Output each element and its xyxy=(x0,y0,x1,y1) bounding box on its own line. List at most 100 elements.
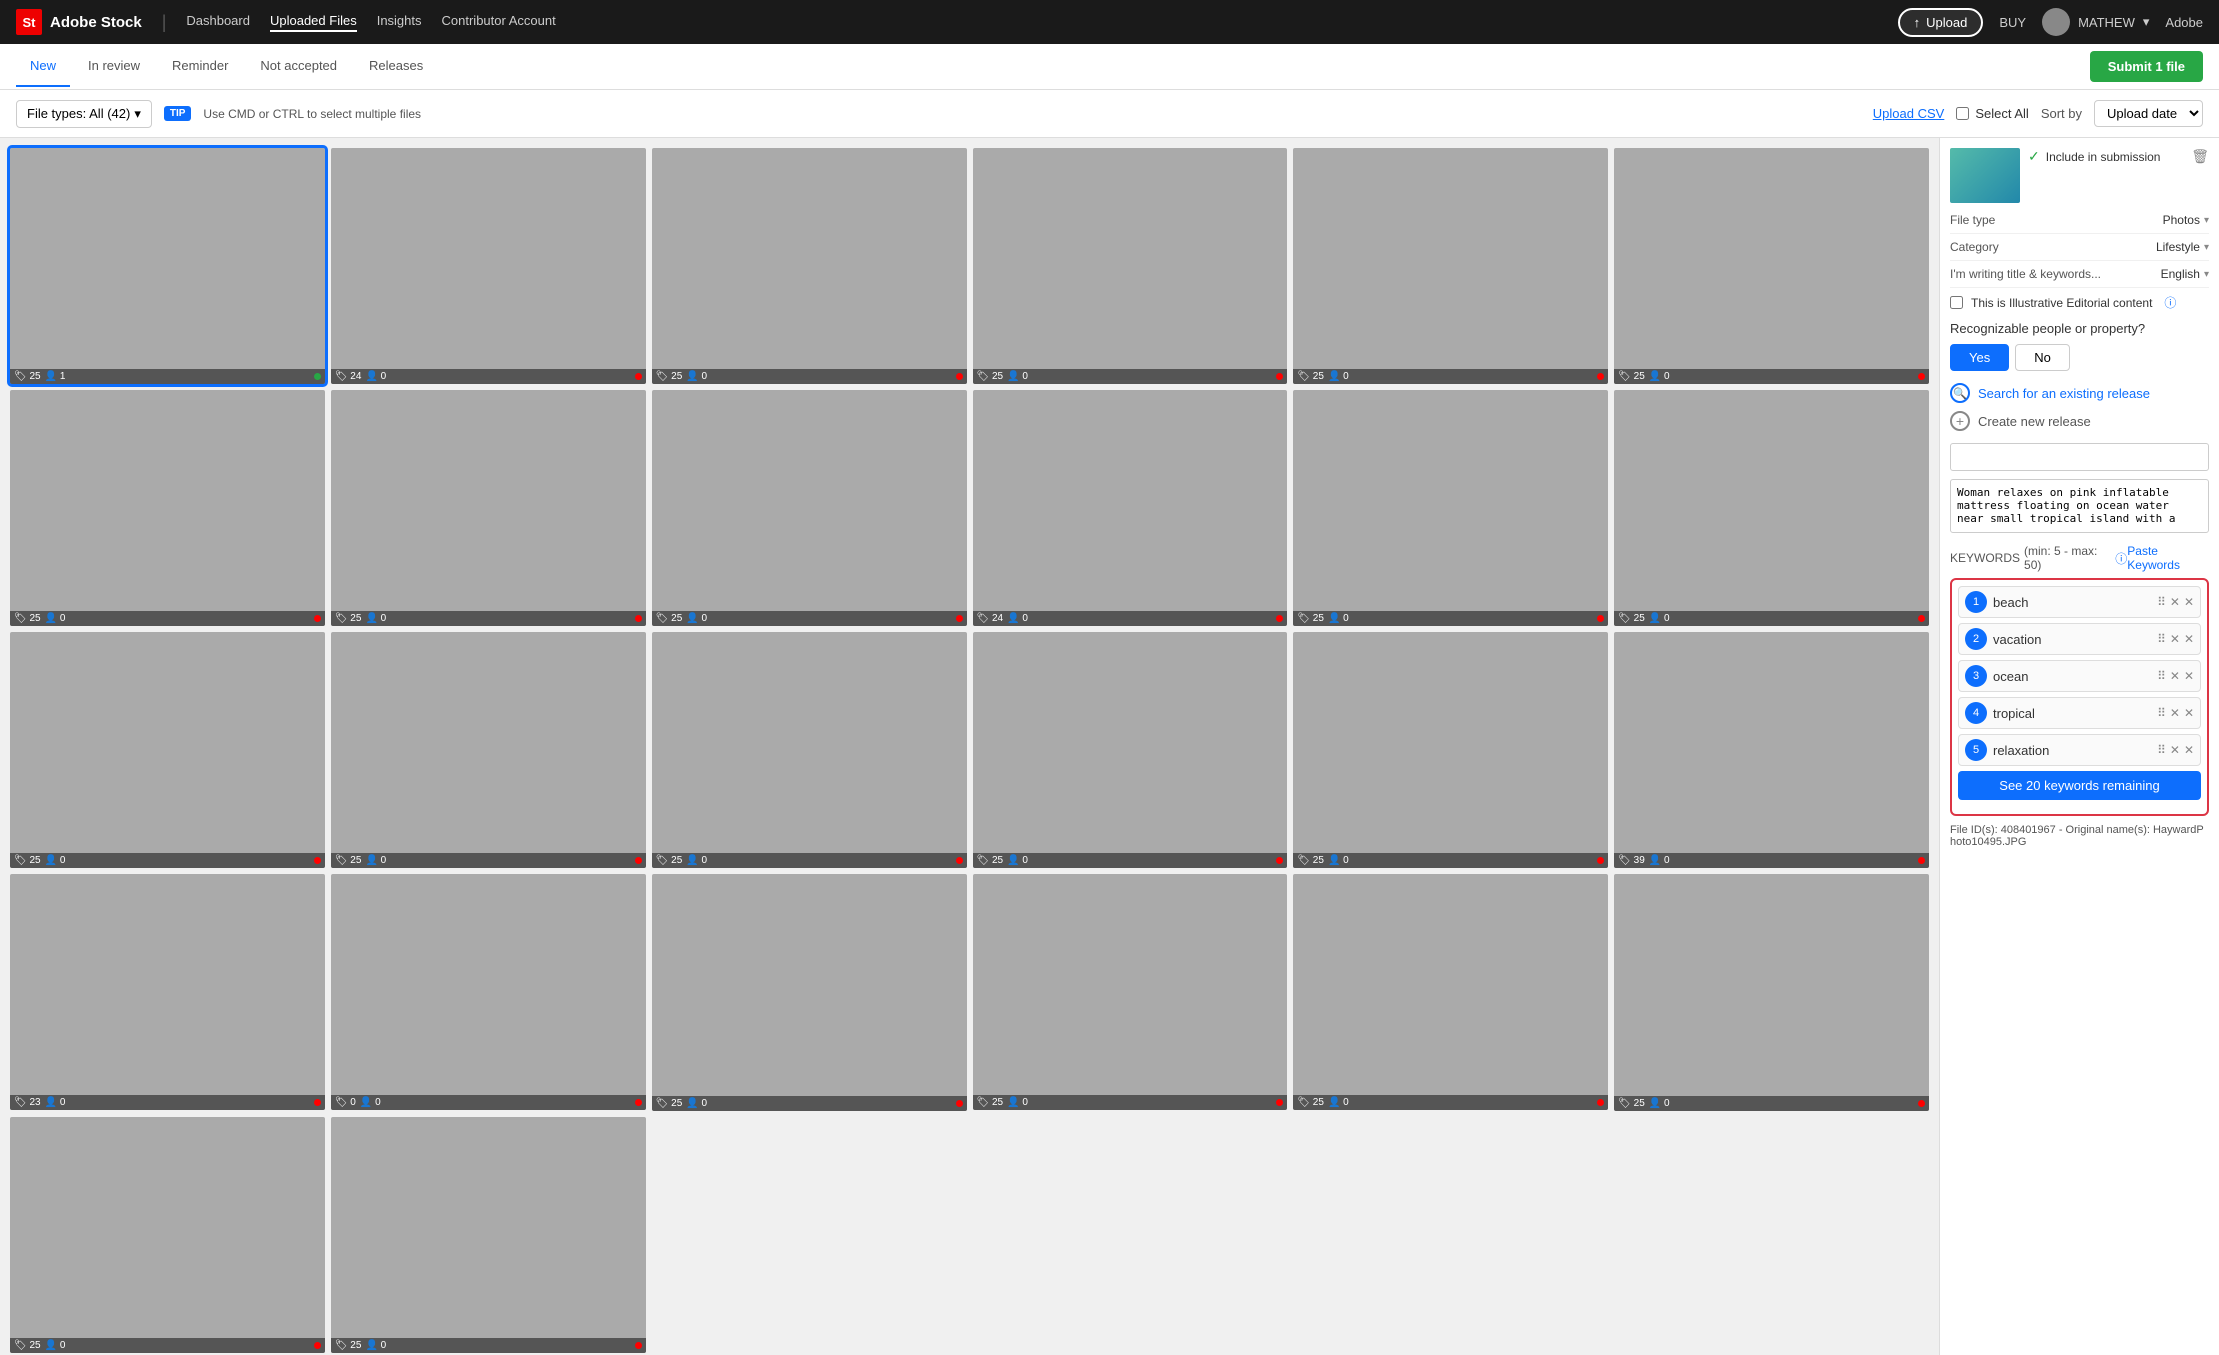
upload-button[interactable]: ↑ Upload xyxy=(1898,8,1984,37)
sort-select[interactable]: Upload date xyxy=(2094,100,2203,127)
edit-icon-5[interactable]: ✕ xyxy=(2170,743,2180,757)
photo-cell-23[interactable]: 🏷 25👤 0 xyxy=(1293,874,1608,1110)
tab-reminder[interactable]: Reminder xyxy=(158,46,242,87)
select-all-label[interactable]: Select All xyxy=(1956,106,2028,121)
photo-keywords-10: 🏷 24 xyxy=(977,613,1004,624)
see-more-keywords-button[interactable]: See 20 keywords remaining xyxy=(1958,771,2201,800)
tab-new[interactable]: New xyxy=(16,46,70,87)
paste-keywords-button[interactable]: Paste Keywords xyxy=(2127,544,2209,572)
photo-cell-12[interactable]: 🏷 25👤 0 xyxy=(1614,390,1929,626)
photo-cell-4[interactable]: 🏷 25👤 0 xyxy=(973,148,1288,384)
photo-cell-2[interactable]: 🏷 24👤 0 xyxy=(331,148,646,384)
photo-cell-22[interactable]: 🏷 25👤 0 xyxy=(973,874,1288,1110)
file-type-dropdown[interactable]: Photos ▾ xyxy=(2163,213,2209,227)
photo-grid: 🏷 25👤 1🏷 24👤 0🏷 25👤 0🏷 25👤 0🏷 25👤 0🏷 25👤… xyxy=(10,148,1929,1353)
close-icon-5[interactable]: ✕ xyxy=(2184,743,2194,757)
status-dot-10 xyxy=(1276,615,1283,622)
close-icon-3[interactable]: ✕ xyxy=(2184,669,2194,683)
photo-cell-24[interactable]: 🏷 25👤 0 xyxy=(1614,874,1929,1110)
photo-cell-11[interactable]: 🏷 25👤 0 xyxy=(1293,390,1608,626)
photo-cell-3[interactable]: 🏷 25👤 0 xyxy=(652,148,967,384)
photo-cell-21[interactable]: 🏷 25👤 0 xyxy=(652,874,967,1110)
status-dot-25 xyxy=(314,1342,321,1349)
category-value: Lifestyle xyxy=(2156,240,2200,254)
nav-contributor-account[interactable]: Contributor Account xyxy=(442,13,556,32)
tab-releases[interactable]: Releases xyxy=(355,46,437,87)
photo-cell-6[interactable]: 🏷 25👤 0 xyxy=(1614,148,1929,384)
select-all-checkbox[interactable] xyxy=(1956,107,1969,120)
photo-cell-25[interactable]: 🏷 25👤 0 xyxy=(10,1117,325,1353)
nav-uploaded-files[interactable]: Uploaded Files xyxy=(270,13,357,32)
logo-block: St Adobe Stock xyxy=(16,9,142,35)
title-textarea[interactable]: Woman relaxes on pink inflatable mattres… xyxy=(1950,479,2209,533)
edit-icon-2[interactable]: ✕ xyxy=(2170,632,2180,646)
search-release-row[interactable]: 🔍 Search for an existing release xyxy=(1950,383,2209,403)
edit-icon-1[interactable]: ✕ xyxy=(2170,595,2180,609)
delete-icon[interactable]: 🗑 xyxy=(2191,148,2209,165)
grid-panel[interactable]: 🏷 25👤 1🏷 24👤 0🏷 25👤 0🏷 25👤 0🏷 25👤 0🏷 25👤… xyxy=(0,138,1939,1355)
close-icon-4[interactable]: ✕ xyxy=(2184,706,2194,720)
yes-button[interactable]: Yes xyxy=(1950,344,2009,371)
language-dropdown[interactable]: English ▾ xyxy=(2161,267,2209,281)
submit-button[interactable]: Submit 1 file xyxy=(2090,51,2203,82)
keyword-text-4[interactable]: tropical xyxy=(1993,706,2151,721)
photo-cell-1[interactable]: 🏷 25👤 1 xyxy=(10,148,325,384)
upload-csv-button[interactable]: Upload CSV xyxy=(1873,106,1945,121)
create-release-row[interactable]: + Create new release xyxy=(1950,411,2209,431)
photo-cell-13[interactable]: 🏷 25👤 0 xyxy=(10,632,325,868)
keyword-actions-1[interactable]: ⠿ ✕ ✕ xyxy=(2157,595,2194,609)
photo-keywords-8: 🏷 25 xyxy=(335,613,362,624)
close-icon-2[interactable]: ✕ xyxy=(2184,632,2194,646)
illustrative-checkbox[interactable] xyxy=(1950,296,1963,309)
user-name: MATHEW xyxy=(2078,15,2135,30)
category-dropdown[interactable]: Lifestyle ▾ xyxy=(2156,240,2209,254)
status-dot-16 xyxy=(1276,857,1283,864)
tab-in-review[interactable]: In review xyxy=(74,46,154,87)
keyword-actions-4[interactable]: ⠿ ✕ ✕ xyxy=(2157,706,2194,720)
file-types-dropdown[interactable]: File types: All (42) ▾ xyxy=(16,100,152,128)
include-in-submission[interactable]: ✓ Include in submission xyxy=(2028,148,2183,165)
photo-cell-26[interactable]: 🏷 25👤 0 xyxy=(331,1117,646,1353)
photo-cell-10[interactable]: 🏷 24👤 0 xyxy=(973,390,1288,626)
photo-cell-15[interactable]: 🏷 25👤 0 xyxy=(652,632,967,868)
buy-button[interactable]: BUY xyxy=(1999,15,2026,30)
edit-icon-4[interactable]: ✕ xyxy=(2170,706,2180,720)
edit-icon-3[interactable]: ✕ xyxy=(2170,669,2180,683)
keyword-text-2[interactable]: vacation xyxy=(1993,632,2151,647)
photo-keywords-18: 🏷 39 xyxy=(1618,855,1645,866)
close-icon-1[interactable]: ✕ xyxy=(2184,595,2194,609)
photo-cell-20[interactable]: 🏷 0👤 0 xyxy=(331,874,646,1110)
user-menu[interactable]: MATHEW ▾ xyxy=(2042,8,2149,36)
keywords-info-icon[interactable]: ⓘ xyxy=(2115,550,2127,567)
keyword-text-5[interactable]: relaxation xyxy=(1993,743,2151,758)
photo-cell-7[interactable]: 🏷 25👤 0 xyxy=(10,390,325,626)
info-icon[interactable]: ⓘ xyxy=(2164,294,2176,311)
photo-cell-17[interactable]: 🏷 25👤 0 xyxy=(1293,632,1608,868)
photo-info-10: 🏷 24👤 0 xyxy=(973,611,1288,626)
status-dot-15 xyxy=(956,857,963,864)
title-input[interactable] xyxy=(1950,443,2209,471)
adobe-logo: Adobe xyxy=(2165,15,2203,30)
photo-cell-19[interactable]: 🏷 23👤 0 xyxy=(10,874,325,1110)
illustrative-row[interactable]: This is Illustrative Editorial content ⓘ xyxy=(1950,294,2209,311)
photo-cell-18[interactable]: 🏷 39👤 0 xyxy=(1614,632,1929,868)
keyword-actions-5[interactable]: ⠿ ✕ ✕ xyxy=(2157,743,2194,757)
photo-people-24: 👤 0 xyxy=(1649,1098,1670,1109)
keyword-text-3[interactable]: ocean xyxy=(1993,669,2151,684)
photo-cell-5[interactable]: 🏷 25👤 0 xyxy=(1293,148,1608,384)
photo-info-5: 🏷 25👤 0 xyxy=(1293,369,1608,384)
photo-cell-14[interactable]: 🏷 25👤 0 xyxy=(331,632,646,868)
photo-cell-8[interactable]: 🏷 25👤 0 xyxy=(331,390,646,626)
keyword-number-1: 1 xyxy=(1965,591,1987,613)
tab-not-accepted[interactable]: Not accepted xyxy=(246,46,351,87)
keyword-text-1[interactable]: beach xyxy=(1993,595,2151,610)
photo-cell-9[interactable]: 🏷 25👤 0 xyxy=(652,390,967,626)
keyword-actions-2[interactable]: ⠿ ✕ ✕ xyxy=(2157,632,2194,646)
language-row: I'm writing title & keywords... English … xyxy=(1950,267,2209,288)
nav-dashboard[interactable]: Dashboard xyxy=(186,13,250,32)
photo-people-1: 👤 1 xyxy=(45,371,66,382)
no-button[interactable]: No xyxy=(2015,344,2070,371)
photo-cell-16[interactable]: 🏷 25👤 0 xyxy=(973,632,1288,868)
nav-insights[interactable]: Insights xyxy=(377,13,422,32)
keyword-actions-3[interactable]: ⠿ ✕ ✕ xyxy=(2157,669,2194,683)
